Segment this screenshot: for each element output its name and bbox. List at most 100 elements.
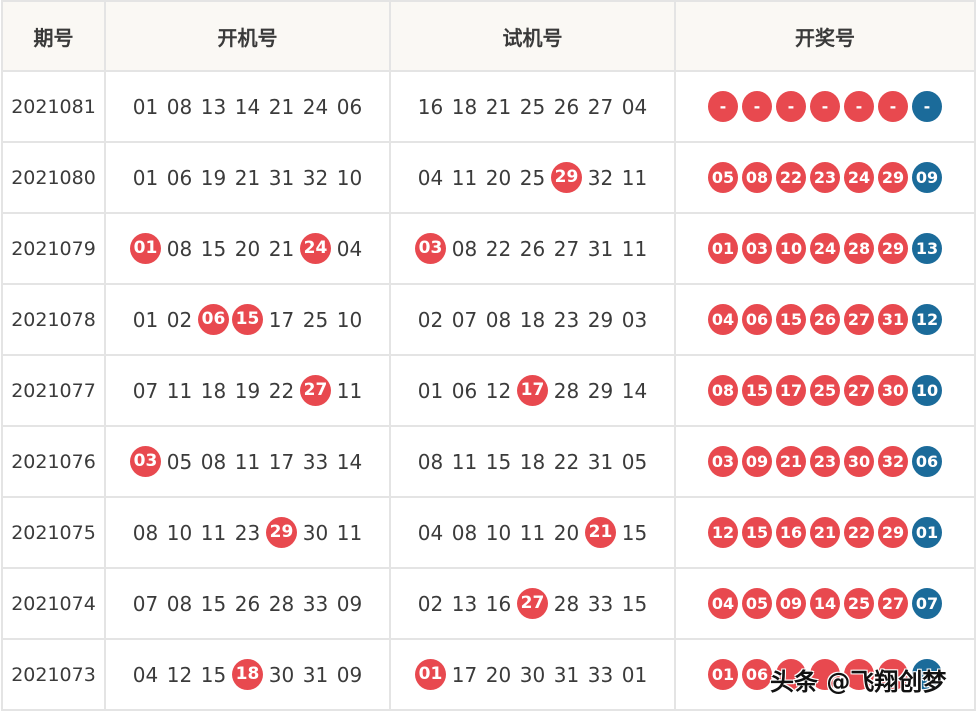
blue-ball: 06 [912,446,942,477]
number: 31 [302,662,329,687]
matched-number: 27 [300,375,331,406]
blue-ball: 13 [912,233,942,264]
red-ball: 04 [708,304,738,335]
number: 29 [587,307,614,332]
number: 02 [417,307,444,332]
red-ball: - [844,91,874,122]
number: 11 [519,520,546,545]
number: 18 [519,449,546,474]
number: 15 [485,449,512,474]
number: 28 [268,591,295,616]
number: 32 [302,165,329,190]
number: 11 [336,378,363,403]
number: 26 [553,94,580,119]
number: 31 [587,449,614,474]
table-row: 2021077 07 11 18 19 22 27 11 01 06 12 17 28 29 14 08 15 1… [1,354,976,427]
test-numbers-cell: 16 18 21 25 26 27 04 [389,70,676,143]
test-numbers-cell: 01 06 12 17 28 29 14 [389,354,676,427]
open-numbers-cell: 07 08 15 26 28 33 09 [104,567,391,640]
number: 10 [485,520,512,545]
red-ball: 08 [708,375,738,406]
blue-ball: 01 [912,517,942,548]
number: 33 [302,591,329,616]
red-ball: 23 [810,162,840,193]
number: 05 [166,449,193,474]
winning-numbers-cell: ------- [674,70,976,143]
red-ball: 08 [742,162,772,193]
number: 08 [132,520,159,545]
red-ball: 12 [708,517,738,548]
number: 15 [621,591,648,616]
number: 12 [485,378,512,403]
number: 15 [200,236,227,261]
issue-number: 2021078 [1,283,106,356]
number: 04 [417,165,444,190]
open-numbers-cell: 01 08 13 14 21 24 06 [104,70,391,143]
number: 26 [519,236,546,261]
number: 20 [553,520,580,545]
red-ball: 06 [742,304,772,335]
number: 16 [417,94,444,119]
test-numbers-cell: 04 11 20 25 29 32 11 [389,141,676,214]
issue-number: 2021073 [1,638,106,711]
matched-number: 29 [551,162,582,193]
red-ball: 03 [708,446,738,477]
issue-number: 2021077 [1,354,106,427]
number: 15 [621,520,648,545]
red-ball: 10 [776,233,806,264]
red-ball: 24 [810,233,840,264]
open-numbers-cell: 01 08 15 20 21 24 04 [104,212,391,285]
number: 31 [587,236,614,261]
red-ball: 27 [844,304,874,335]
number: 28 [553,591,580,616]
number: 21 [234,165,261,190]
red-ball: 01 [708,659,738,690]
table-row: 2021081 01 08 13 14 21 24 06 16 18 21 25 26 27 04- - - - -… [1,70,976,143]
red-ball: 22 [776,162,806,193]
issue-number: 2021076 [1,425,106,498]
number: 14 [621,378,648,403]
red-ball: 22 [844,517,874,548]
number: 12 [166,662,193,687]
number: 25 [302,307,329,332]
number: 04 [621,94,648,119]
number: 09 [336,662,363,687]
number: 22 [553,449,580,474]
red-ball: 04 [708,588,738,619]
number: 07 [132,378,159,403]
number: 20 [485,662,512,687]
number: 09 [336,591,363,616]
number: 21 [268,94,295,119]
blue-ball: - [912,91,942,122]
number: 11 [451,165,478,190]
winning-numbers-cell: 04 05 09 14 25 27 07 [674,567,976,640]
header-winning-numbers: 开奖号 [674,0,976,72]
number: 33 [587,662,614,687]
winning-numbers-cell: 04 06 15 26 27 31 12 [674,283,976,356]
number: 22 [268,378,295,403]
red-ball: 06 [742,659,772,690]
open-numbers-cell: 01 02 06 15 17 25 10 [104,283,391,356]
number: 31 [268,165,295,190]
number: 30 [519,662,546,687]
number: 23 [234,520,261,545]
number: 08 [485,307,512,332]
winning-numbers-cell: 03 09 21 23 30 32 06 [674,425,976,498]
number: 04 [132,662,159,687]
number: 08 [166,94,193,119]
matched-number: 18 [232,659,263,690]
open-numbers-cell: 04 12 15 18 30 31 09 [104,638,391,711]
test-numbers-cell: 04 08 10 11 20 21 15 [389,496,676,569]
matched-number: 29 [266,517,297,548]
number: 08 [166,591,193,616]
winning-numbers-cell: 08 15 17 25 27 30 10 [674,354,976,427]
number: 06 [336,94,363,119]
number: 04 [336,236,363,261]
matched-number: 24 [300,233,331,264]
red-ball: 21 [776,446,806,477]
number: 19 [200,165,227,190]
number: 30 [268,662,295,687]
lottery-results-table: 期号 开机号 试机号 开奖号 2021081 01 08 13 14 21 24 06 16 18… [1,0,976,711]
table-row: 2021076 03 05 08 11 17 33 14 08 11 15 18 22 31 05 03 09 2… [1,425,976,498]
issue-number: 2021079 [1,212,106,285]
